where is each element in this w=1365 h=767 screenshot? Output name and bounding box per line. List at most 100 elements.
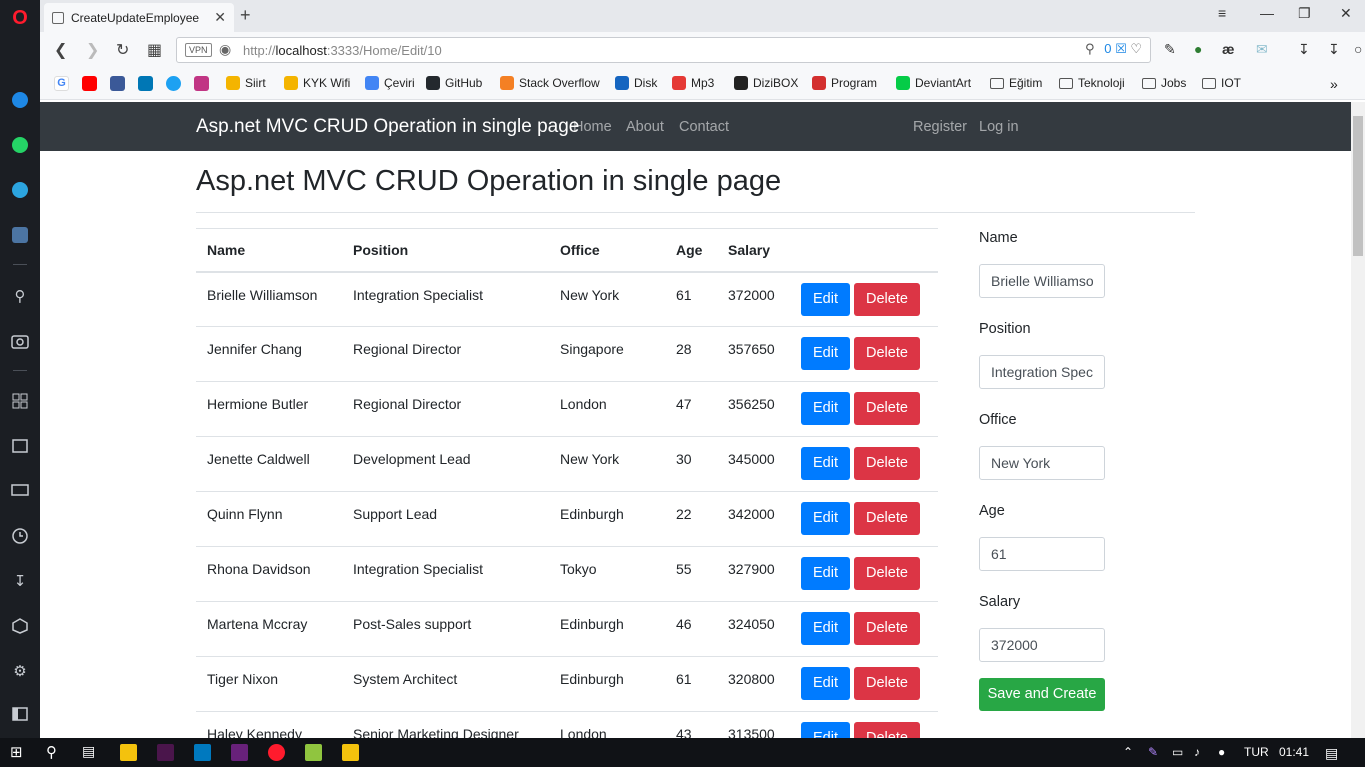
volume-icon[interactable]: ♪ xyxy=(1194,745,1200,759)
delete-button[interactable]: Delete xyxy=(854,392,920,425)
youtube-icon[interactable] xyxy=(82,76,97,91)
bookmark-item[interactable]: Çeviri xyxy=(365,76,415,90)
profile-icon[interactable]: ○ xyxy=(1354,41,1362,57)
opera-logo-icon[interactable]: O xyxy=(8,6,32,30)
edit-button[interactable]: Edit xyxy=(801,557,850,590)
vpn-badge[interactable]: VPN xyxy=(185,43,212,57)
office-input[interactable] xyxy=(979,446,1105,480)
delete-button[interactable]: Delete xyxy=(854,502,920,535)
edit-button[interactable]: Edit xyxy=(801,392,850,425)
edit-button[interactable]: Edit xyxy=(801,502,850,535)
browser-tab[interactable]: CreateUpdateEmployee ✕ xyxy=(44,3,234,32)
bookmark-item[interactable]: KYK Wifi xyxy=(284,76,350,90)
adblock-icon[interactable]: ☒ xyxy=(1115,41,1127,56)
page-scrollbar[interactable] xyxy=(1351,102,1365,738)
delete-button[interactable]: Delete xyxy=(854,447,920,480)
position-input[interactable] xyxy=(979,355,1105,389)
camera-icon[interactable] xyxy=(8,329,32,353)
opera-taskbar-icon[interactable] xyxy=(268,744,285,761)
delete-button[interactable]: Delete xyxy=(854,282,920,316)
nav-about[interactable]: About xyxy=(626,119,664,135)
back-icon[interactable]: ❮ xyxy=(54,40,67,60)
scrollbar-thumb[interactable] xyxy=(1353,116,1363,256)
extension-mail-icon[interactable]: ✉ xyxy=(1256,41,1268,58)
bookmark-item[interactable]: Program xyxy=(812,76,877,90)
settings-icon[interactable]: ⚙ xyxy=(8,659,32,683)
speed-dial-icon[interactable] xyxy=(8,389,32,413)
window-close-icon[interactable]: ✕ xyxy=(1340,5,1352,22)
bookmark-item[interactable]: GitHub xyxy=(426,76,482,90)
telegram-icon[interactable] xyxy=(8,178,32,202)
search-icon[interactable]: ⚲ xyxy=(46,743,57,761)
search-icon[interactable]: ⚲ xyxy=(8,284,32,308)
delete-button[interactable]: Delete xyxy=(854,557,920,590)
delete-button[interactable]: Delete xyxy=(854,667,920,700)
download-icon[interactable]: ↧ xyxy=(1298,41,1310,58)
tab-menu-icon[interactable]: ≡ xyxy=(1218,5,1226,21)
nav-home[interactable]: Home xyxy=(573,119,612,135)
more-bookmarks-icon[interactable]: » xyxy=(1330,76,1338,92)
delete-button[interactable]: Delete xyxy=(854,612,920,645)
linkedin-icon[interactable] xyxy=(138,76,153,91)
salary-input[interactable] xyxy=(979,628,1105,662)
edit-button[interactable]: Edit xyxy=(801,282,850,316)
vk-icon[interactable] xyxy=(8,223,32,247)
slack-icon[interactable] xyxy=(157,744,174,761)
address-bar[interactable]: VPN ◉ http://localhost:3333/Home/Edit/10… xyxy=(176,37,1151,63)
instagram-icon[interactable] xyxy=(194,76,209,91)
visual-studio-icon[interactable] xyxy=(231,744,248,761)
snapshot-edit-icon[interactable]: ✎ xyxy=(1164,41,1176,58)
bookmark-item[interactable]: Teknoloji xyxy=(1059,76,1125,90)
extension-globe-icon[interactable]: ● xyxy=(1194,41,1202,57)
network-icon[interactable]: ● xyxy=(1218,745,1225,759)
bookmark-item[interactable]: IOT xyxy=(1202,76,1241,90)
minimize-icon[interactable]: — xyxy=(1260,5,1274,21)
news-icon[interactable] xyxy=(8,434,32,458)
bookmark-item[interactable]: Jobs xyxy=(1142,76,1186,90)
notifications-icon[interactable]: ▤ xyxy=(1325,745,1338,762)
search-icon[interactable]: ⚲ xyxy=(1085,41,1095,56)
download-manager-icon[interactable]: ↧ xyxy=(1328,41,1340,58)
bookmark-item[interactable]: Eğitim xyxy=(990,76,1042,90)
file-explorer-icon[interactable] xyxy=(342,744,359,761)
tray-expand-icon[interactable]: ⌃ xyxy=(1123,745,1133,759)
forward-icon[interactable]: ❯ xyxy=(86,40,99,60)
delete-button[interactable]: Delete xyxy=(854,337,920,370)
tab-grid-icon[interactable]: ▦ xyxy=(147,40,162,60)
trello-icon[interactable] xyxy=(194,744,211,761)
tray-pen-icon[interactable]: ✎ xyxy=(1148,745,1158,759)
reload-icon[interactable]: ↻ xyxy=(116,40,129,60)
windows-start-icon[interactable]: ⊞ xyxy=(10,743,23,761)
bookmark-item[interactable]: DiziBOX xyxy=(734,76,798,90)
edit-button[interactable]: Edit xyxy=(801,667,850,700)
whatsapp-icon[interactable] xyxy=(8,133,32,157)
sidebar-toggle-icon[interactable] xyxy=(8,702,32,726)
bookmark-item[interactable]: DeviantArt xyxy=(896,76,971,90)
adblock-count[interactable]: 0 xyxy=(1104,41,1111,56)
save-and-create-button[interactable]: Save and Create xyxy=(979,678,1105,711)
edit-button[interactable]: Edit xyxy=(801,337,850,370)
notepad-icon[interactable] xyxy=(305,744,322,761)
close-tab-icon[interactable]: ✕ xyxy=(214,9,226,26)
name-input[interactable] xyxy=(979,264,1105,298)
nav-register[interactable]: Register xyxy=(913,119,967,135)
extension-ae-icon[interactable]: æ xyxy=(1222,41,1234,57)
facebook-icon[interactable] xyxy=(110,76,125,91)
twitter-icon[interactable] xyxy=(166,76,181,91)
clock[interactable]: 01:41 xyxy=(1279,745,1309,759)
messenger-icon[interactable] xyxy=(8,88,32,112)
task-view-icon[interactable]: ▤ xyxy=(82,743,95,760)
battery-icon[interactable]: ▭ xyxy=(1172,745,1183,759)
maximize-icon[interactable]: ❐ xyxy=(1298,5,1311,22)
edit-button[interactable]: Edit xyxy=(801,612,850,645)
bookmark-item[interactable]: Mp3 xyxy=(672,76,714,90)
tabs-icon[interactable] xyxy=(8,479,32,503)
new-tab-icon[interactable]: + xyxy=(240,5,251,26)
bookmark-item[interactable]: Siirt xyxy=(226,76,266,90)
url-text[interactable]: http://localhost:3333/Home/Edit/10 xyxy=(243,43,442,58)
downloads-icon[interactable]: ↧ xyxy=(8,569,32,593)
extensions-icon[interactable] xyxy=(8,614,32,638)
edit-button[interactable]: Edit xyxy=(801,447,850,480)
store-icon[interactable] xyxy=(120,744,137,761)
history-icon[interactable] xyxy=(8,524,32,548)
